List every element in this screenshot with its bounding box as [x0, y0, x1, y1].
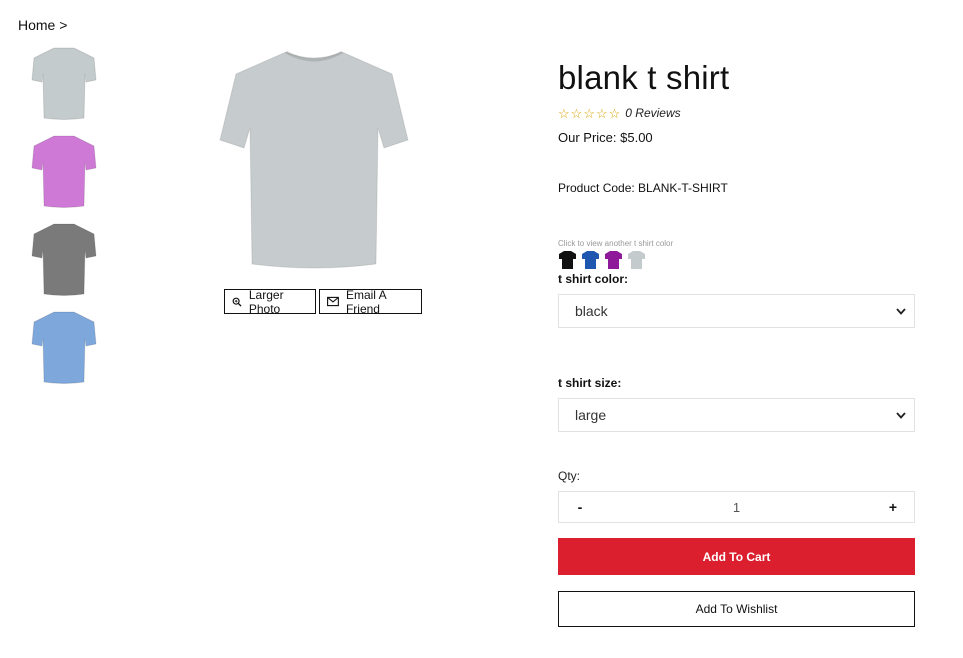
thumbnail-grey[interactable] [28, 42, 100, 124]
star-icon: ☆ [608, 105, 621, 121]
add-to-cart-button[interactable]: Add To Cart [558, 538, 915, 575]
product-rating: ☆ ☆ ☆ ☆ ☆ 0 Reviews [558, 106, 915, 120]
color-select-value: black [575, 303, 608, 319]
breadcrumb-home-link[interactable]: Home [18, 17, 55, 33]
thumbnail-list [28, 42, 100, 394]
qty-input[interactable] [694, 498, 779, 516]
size-select[interactable]: large [558, 398, 915, 432]
swatch-black[interactable] [558, 250, 577, 270]
swatch-hint: Click to view another t shirt color [558, 239, 674, 248]
star-rating[interactable]: ☆ ☆ ☆ ☆ ☆ [558, 107, 620, 120]
product-details: blank t shirt ☆ ☆ ☆ ☆ ☆ 0 Reviews Our Pr… [558, 56, 915, 627]
swatch-blue[interactable] [581, 250, 600, 270]
chevron-down-icon [896, 307, 906, 315]
thumbnail-blue[interactable] [28, 306, 100, 388]
tshirt-thumbnail-image [31, 223, 97, 296]
add-to-wishlist-button[interactable]: Add To Wishlist [558, 591, 915, 627]
qty-increment-button[interactable]: + [886, 499, 900, 515]
thumbnail-dark-grey[interactable] [28, 218, 100, 300]
breadcrumb: Home > [18, 17, 67, 33]
product-title: blank t shirt [558, 59, 730, 96]
product-price: Our Price: $5.00 [558, 130, 653, 145]
qty-decrement-button[interactable]: - [573, 499, 587, 515]
tshirt-thumbnail-image [31, 47, 97, 120]
swatch-grey[interactable] [627, 250, 646, 270]
larger-photo-label: Larger Photo [248, 287, 284, 316]
star-icon: ☆ [583, 105, 595, 121]
star-icon: ☆ [595, 105, 608, 121]
star-icon: ☆ [570, 105, 583, 121]
main-product-image[interactable] [212, 44, 416, 272]
email-friend-button[interactable]: Email A Friend [319, 287, 422, 316]
size-label: t shirt size: [558, 376, 622, 390]
chevron-down-icon [896, 411, 906, 419]
email-friend-label: Email A Friend [345, 287, 386, 316]
product-code: Product Code: BLANK-T-SHIRT [558, 181, 728, 195]
envelope-icon [327, 296, 339, 307]
larger-photo-button[interactable]: Larger Photo [224, 287, 316, 316]
thumbnail-purple[interactable] [28, 130, 100, 212]
color-swatches [558, 250, 915, 270]
swatch-purple[interactable] [604, 250, 623, 270]
quantity-stepper: - + [558, 491, 915, 523]
color-label: t shirt color: [558, 272, 629, 286]
qty-label: Qty: [558, 469, 581, 483]
star-icon: ☆ [558, 105, 570, 121]
tshirt-image [219, 50, 409, 269]
tshirt-thumbnail-image [31, 311, 97, 384]
color-select[interactable]: black [558, 294, 915, 328]
reviews-link[interactable]: 0 Reviews [625, 106, 680, 120]
breadcrumb-separator: > [59, 17, 68, 33]
image-actions: Larger Photo Email A Friend [224, 287, 422, 316]
size-select-value: large [575, 407, 607, 423]
tshirt-thumbnail-image [31, 135, 97, 208]
zoom-icon [232, 297, 242, 307]
